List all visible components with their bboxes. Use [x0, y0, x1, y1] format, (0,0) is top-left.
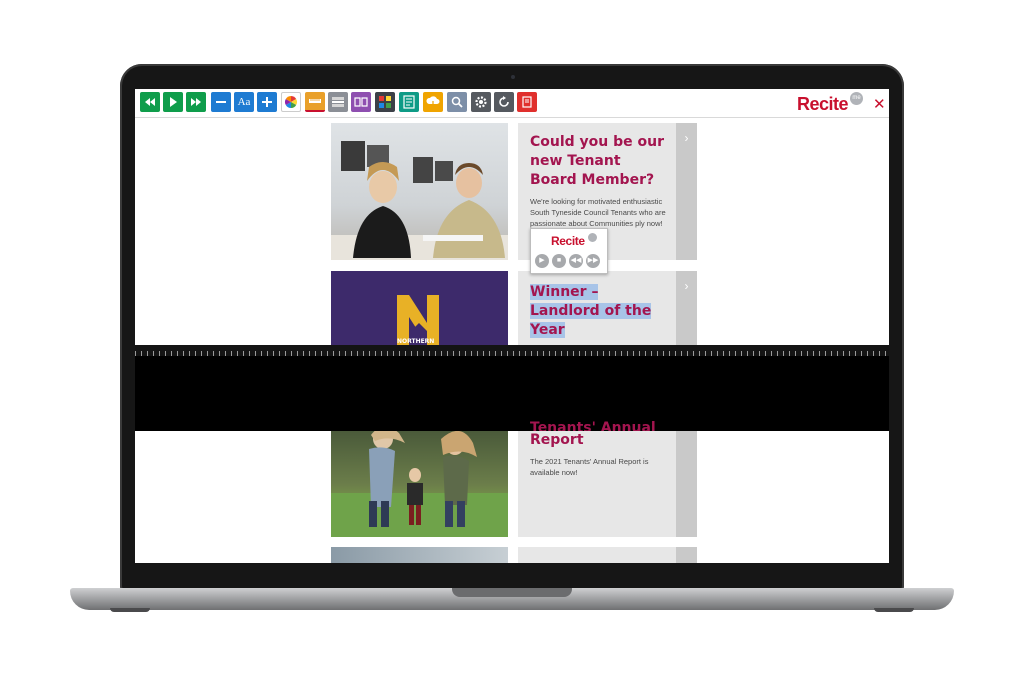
mini-stop-button[interactable]: ■	[552, 254, 566, 268]
card-text-annual-report[interactable]: Tenants' Annual Report The 2021 Tenants'…	[518, 420, 676, 537]
color-button[interactable]	[281, 92, 301, 112]
card-body-tail: Communities	[589, 219, 633, 228]
fast-forward-icon	[191, 98, 201, 106]
card-arrow[interactable]	[676, 547, 697, 563]
settings-button[interactable]	[471, 92, 491, 112]
card-body: We're looking for motivated enthusiastic…	[518, 190, 676, 229]
minus-icon	[216, 101, 226, 103]
recite-me-badge: me	[850, 92, 863, 105]
dictionary-icon	[354, 97, 368, 107]
magnifier-button[interactable]	[447, 92, 467, 112]
fast-forward-button[interactable]	[186, 92, 206, 112]
screen-mask-icon	[332, 97, 344, 107]
northern-logo-text: NORTHERN	[397, 338, 434, 345]
card-title[interactable]: Could you be our new Tenant Board Member…	[518, 123, 676, 190]
text-only-icon	[403, 95, 415, 109]
download-audio-button[interactable]	[423, 92, 443, 112]
close-toolbar-button[interactable]: ✕	[873, 95, 886, 113]
text-only-button[interactable]	[399, 92, 419, 112]
plus-icon	[262, 97, 272, 107]
card-title[interactable]: Winner – Landlord of the Year	[518, 271, 676, 340]
pdf-button[interactable]	[517, 92, 537, 112]
mini-rewind-button[interactable]: ◀◀	[569, 254, 583, 268]
mini-player-logo: Recite	[551, 234, 585, 248]
decrease-text-button[interactable]	[211, 92, 231, 112]
play-button[interactable]	[163, 92, 183, 112]
recite-logo: Recite	[797, 94, 849, 114]
northern-logo: NORTHERN	[397, 295, 439, 345]
recite-mini-player: Recite ▶ ■ ◀◀ ▶▶	[530, 228, 608, 274]
translate-icon	[379, 96, 391, 108]
mini-play-button[interactable]: ▶	[535, 254, 549, 268]
card-title-end: Report	[530, 432, 584, 448]
card-body-end: ply now!	[635, 219, 663, 228]
card-body: The 2021 Tenants' Annual Report is avail…	[530, 457, 649, 477]
card-arrow[interactable]	[676, 431, 697, 537]
dictionary-button[interactable]	[351, 92, 371, 112]
screen-mask	[135, 356, 889, 431]
ruler-button[interactable]	[305, 92, 325, 112]
card-image-partial[interactable]	[331, 547, 508, 563]
rewind-icon: ◀◀	[570, 257, 582, 264]
mini-player-badge	[588, 233, 597, 242]
ruler-icon	[309, 99, 321, 103]
card-image-family[interactable]	[331, 431, 508, 537]
play-icon: ▶	[539, 257, 545, 264]
meeting-photo	[331, 141, 508, 260]
laptop-foot	[874, 608, 914, 612]
reset-icon	[499, 96, 509, 107]
color-wheel-icon	[284, 96, 298, 108]
pdf-icon	[522, 96, 532, 108]
mini-forward-button[interactable]: ▶▶	[586, 254, 600, 268]
recite-toolbar: Aa Recite me ✕	[135, 89, 889, 118]
magnifier-icon	[451, 96, 463, 108]
laptop-notch	[452, 588, 572, 597]
laptop-foot	[110, 608, 150, 612]
card-title[interactable]: Tenants' Annual Report	[518, 419, 676, 450]
family-photo	[331, 431, 508, 537]
increase-text-button[interactable]	[257, 92, 277, 112]
chevron-right-icon: ›	[684, 279, 689, 293]
play-icon	[170, 97, 177, 107]
stop-icon: ■	[556, 257, 562, 264]
card-title-partial: Tenants' Annual	[530, 420, 656, 431]
reading-ruler[interactable]	[135, 345, 889, 356]
rewind-button[interactable]	[140, 92, 160, 112]
translate-button[interactable]	[375, 92, 395, 112]
fast-forward-icon: ▶▶	[587, 257, 599, 264]
card-text-winner[interactable]: Winner – Landlord of the Year	[518, 271, 676, 345]
webcam	[511, 75, 515, 79]
reset-button[interactable]	[494, 92, 514, 112]
chevron-right-icon: ›	[684, 131, 689, 145]
highlighted-title[interactable]: Winner – Landlord of the Year	[530, 284, 652, 338]
card-arrow[interactable]: ›	[676, 123, 697, 260]
settings-icon	[475, 96, 487, 108]
card-text-partial[interactable]	[518, 547, 676, 563]
card-image-meeting[interactable]	[331, 123, 508, 260]
browser-screen: Aa Recite me ✕ Could you be our new Tena…	[135, 89, 889, 563]
download-icon	[426, 96, 440, 108]
card-arrow[interactable]: ›	[676, 271, 697, 345]
rewind-icon	[145, 98, 155, 106]
font-button[interactable]: Aa	[234, 92, 254, 112]
screen-mask-button[interactable]	[328, 92, 348, 112]
card-image-northern[interactable]: NORTHERN	[331, 271, 508, 345]
